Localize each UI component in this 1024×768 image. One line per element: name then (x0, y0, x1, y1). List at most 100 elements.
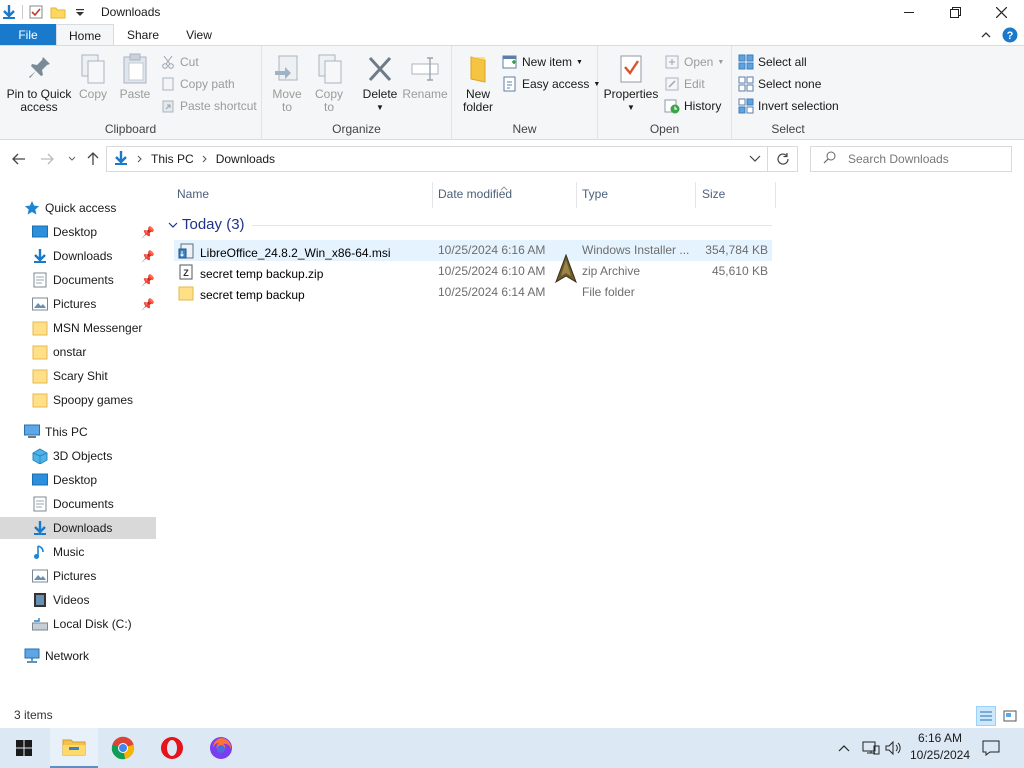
move-to-button[interactable]: Move to (268, 52, 306, 114)
nav-network[interactable]: Network (0, 645, 156, 667)
column-separator[interactable] (775, 182, 776, 208)
cut-button[interactable]: Cut (160, 52, 199, 72)
volume-icon[interactable] (885, 728, 903, 768)
nav-pc-desktop[interactable]: Desktop (0, 469, 156, 491)
help-icon[interactable]: ? (1002, 27, 1018, 46)
nav-quick-access[interactable]: Quick access (0, 197, 156, 219)
customize-qat-icon[interactable] (71, 3, 89, 21)
pin-icon[interactable]: 📌 (141, 250, 155, 263)
close-button[interactable] (978, 0, 1024, 24)
up-button[interactable] (84, 150, 102, 168)
column-separator[interactable] (432, 182, 433, 208)
edit-button[interactable]: Edit (664, 74, 705, 94)
large-icons-view-icon[interactable] (1000, 706, 1020, 726)
column-separator[interactable] (576, 182, 577, 208)
breadcrumb-this-pc[interactable]: This PC (151, 152, 194, 166)
start-button[interactable] (0, 728, 48, 768)
back-button[interactable] (10, 150, 28, 168)
select-group: Select all Select none Invert selection … (732, 46, 844, 140)
paste-shortcut-button[interactable]: Paste shortcut (160, 96, 257, 116)
copy-path-button[interactable]: Copy path (160, 74, 235, 94)
file-row[interactable]: Z secret temp backup.zip 10/25/2024 6:10… (174, 261, 772, 282)
pin-to-quick-access-button[interactable]: Pin to Quick access (4, 52, 74, 114)
windows-logo-icon (16, 740, 32, 756)
properties-check-icon[interactable] (27, 3, 45, 21)
details-view-icon[interactable] (976, 706, 996, 726)
select-none-button[interactable]: Select none (738, 74, 821, 94)
refresh-button[interactable] (768, 146, 798, 172)
nav-qa-downloads[interactable]: Downloads 📌 (0, 245, 156, 267)
taskbar-clock[interactable]: 6:16 AM 10/25/2024 (904, 730, 976, 766)
nav-this-pc[interactable]: This PC (0, 421, 156, 443)
copy-to-button[interactable]: Copy to (310, 52, 348, 114)
minimize-button[interactable] (886, 0, 932, 24)
nav-pc-videos[interactable]: Videos (0, 589, 156, 611)
tab-home[interactable]: Home (56, 24, 114, 46)
invert-selection-button[interactable]: Invert selection (738, 96, 839, 116)
file-group-label: Today (3) (182, 216, 245, 233)
taskbar-file-explorer[interactable] (50, 728, 98, 768)
history-button[interactable]: History (664, 96, 721, 116)
nav-pc-3d-objects[interactable]: 3D Objects (0, 445, 156, 467)
taskbar-chrome[interactable] (99, 728, 147, 768)
file-group-header[interactable]: Today (3) (168, 216, 245, 233)
new-folder-icon[interactable] (49, 3, 67, 21)
nav-pc-downloads[interactable]: Downloads (0, 517, 156, 539)
select-all-button[interactable]: Select all (738, 52, 807, 72)
network-tray-icon[interactable] (862, 728, 880, 768)
address-dropdown-icon[interactable] (749, 152, 761, 166)
nav-pc-documents[interactable]: Documents (0, 493, 156, 515)
nav-label: Pictures (53, 297, 97, 311)
nav-qa-onstar[interactable]: onstar (0, 341, 156, 363)
desktop-icon (32, 472, 48, 488)
recent-locations-button[interactable] (63, 150, 81, 168)
file-row[interactable]: LibreOffice_24.8.2_Win_x86-64.msi 10/25/… (174, 240, 772, 261)
column-separator[interactable] (695, 182, 696, 208)
new-folder-button[interactable]: New folder (458, 52, 498, 114)
nav-qa-msn-messenger[interactable]: MSN Messenger (0, 317, 156, 339)
delete-button[interactable]: Delete ▼ (360, 52, 400, 114)
breadcrumb-separator-icon (202, 152, 208, 166)
rename-button[interactable]: Rename (402, 52, 448, 101)
copy-button[interactable]: Copy (75, 52, 111, 101)
tab-share[interactable]: Share (114, 24, 172, 46)
forward-button[interactable] (38, 150, 56, 168)
address-bar[interactable]: This PC Downloads (106, 146, 768, 172)
nav-qa-desktop[interactable]: Desktop 📌 (0, 221, 156, 243)
chevron-up-icon[interactable] (980, 29, 992, 44)
nav-qa-scary[interactable]: Scary Shit (0, 365, 156, 387)
column-header-size[interactable]: Size (702, 182, 725, 206)
taskbar-opera[interactable] (148, 728, 196, 768)
notifications-icon[interactable] (982, 728, 1000, 768)
new-item-button[interactable]: New item ▼ (502, 52, 583, 72)
tab-file[interactable]: File (0, 24, 56, 46)
pin-icon[interactable]: 📌 (141, 226, 155, 239)
breadcrumb-downloads[interactable]: Downloads (216, 152, 275, 166)
nav-pc-pictures[interactable]: Pictures (0, 565, 156, 587)
search-input[interactable]: Search Downloads (848, 152, 949, 166)
invert-selection-icon (738, 98, 754, 114)
column-header-type[interactable]: Type (582, 182, 608, 206)
nav-qa-documents[interactable]: Documents 📌 (0, 269, 156, 291)
taskbar-firefox[interactable] (197, 728, 245, 768)
maximize-button[interactable] (932, 0, 978, 24)
file-name: secret temp backup (200, 287, 305, 302)
nav-qa-spoopy-games[interactable]: Spoopy games (0, 389, 156, 411)
down-arrow-icon[interactable] (0, 3, 18, 21)
easy-access-button[interactable]: Easy access ▼ (502, 74, 600, 94)
pin-icon[interactable]: 📌 (141, 298, 155, 311)
breadcrumb-separator-icon (137, 152, 143, 166)
tab-view[interactable]: View (172, 24, 226, 46)
file-row[interactable]: secret temp backup 10/25/2024 6:14 AM Fi… (174, 282, 772, 303)
paste-button[interactable]: Paste (117, 52, 153, 101)
nav-qa-pictures[interactable]: Pictures 📌 (0, 293, 156, 315)
column-header-name[interactable]: Name (177, 182, 209, 206)
show-hidden-icons-button[interactable] (838, 728, 850, 768)
open-button[interactable]: Open ▼ (664, 52, 724, 72)
search-box[interactable]: Search Downloads (810, 146, 1012, 172)
properties-button[interactable]: Properties ▼ (602, 52, 660, 114)
nav-pc-music[interactable]: Music (0, 541, 156, 563)
nav-pc-local-disk[interactable]: Local Disk (C:) (0, 613, 156, 635)
new-group-label: New (512, 122, 537, 136)
pin-icon[interactable]: 📌 (141, 274, 155, 287)
